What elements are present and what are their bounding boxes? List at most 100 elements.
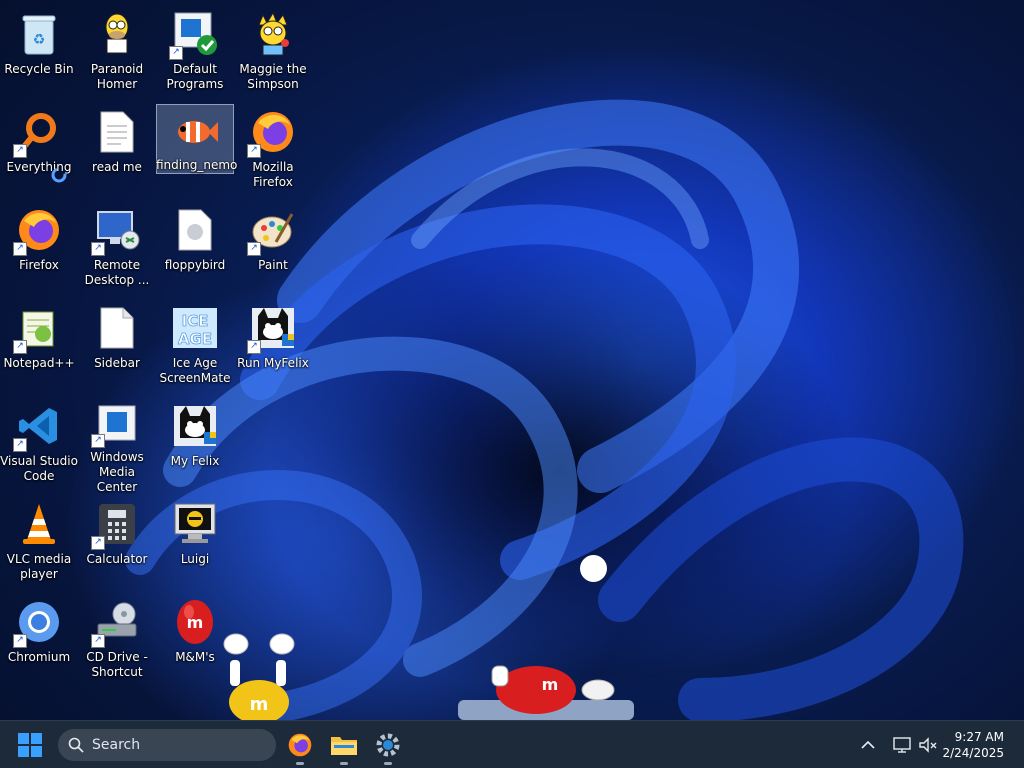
windows-logo-icon (31, 746, 42, 757)
mms-candy-icon: m (171, 598, 219, 646)
shortcut-arrow-icon: ↗ (13, 144, 27, 158)
desktop-icon-run-myfelix[interactable]: ↗ Run MyFelix (234, 300, 312, 392)
start-button[interactable] (18, 733, 42, 757)
desktop-icon-label: Calculator (86, 552, 148, 566)
recycle-bin-icon: ♻ (15, 10, 63, 58)
desktop-icon-label: floppybird (164, 258, 226, 272)
taskbar-app-settings[interactable] (372, 729, 404, 765)
shortcut-arrow-icon: ↗ (247, 242, 261, 256)
svg-text:m: m (250, 694, 269, 715)
shortcut-arrow-icon: ↗ (13, 340, 27, 354)
desktop-icon-label: Luigi (180, 552, 210, 566)
firefox-icon: ↗ (247, 108, 297, 158)
desktop-icon-paint[interactable]: ↗ Paint (234, 202, 312, 294)
text-file-icon (93, 108, 141, 156)
desktop-icon-default-programs[interactable]: ↗ Default Programs (156, 6, 234, 98)
felix-cat-icon (171, 402, 219, 450)
desktop-icon-paranoid-homer[interactable]: Paranoid Homer (78, 6, 156, 98)
cd-drive-icon: ↗ (91, 598, 141, 648)
desktop-icon-read-me[interactable]: read me (78, 104, 156, 196)
svg-text:AGE: AGE (178, 330, 212, 348)
shortcut-arrow-icon: ↗ (169, 46, 183, 60)
windows-logo-icon (18, 733, 29, 744)
desktop-icon-label: Maggie the Simpson (239, 62, 307, 91)
taskbar-search-box[interactable]: Search (58, 729, 276, 761)
desktop-icon-vlc[interactable]: VLC media player (0, 496, 78, 588)
desktop-icon-label: CD Drive - Shortcut (86, 650, 148, 679)
luigi-monitor-icon (171, 500, 219, 548)
chromium-icon: ↗ (13, 598, 63, 648)
running-indicator (296, 762, 304, 765)
desktop-icon-my-felix[interactable]: My Felix (156, 398, 234, 490)
file-icon (171, 206, 219, 254)
nemo-icon (171, 109, 219, 154)
svg-text:ICE: ICE (182, 312, 209, 330)
desktop-icon-label: My Felix (170, 454, 220, 468)
calculator-icon: ↗ (91, 500, 141, 550)
desktop-icon-label: Paint (258, 258, 288, 272)
desktop-icon-cd-drive[interactable]: ↗ CD Drive - Shortcut (78, 594, 156, 686)
clock-date: 2/24/2025 (942, 746, 1004, 760)
network-icon[interactable] (892, 735, 912, 755)
desktop-icon-finding-nemo[interactable]: finding_nemo (156, 104, 237, 174)
desktop-icon-sidebar[interactable]: Sidebar (78, 300, 156, 392)
desktop-icon-chromium[interactable]: ↗ Chromium (0, 594, 78, 686)
running-indicator (384, 762, 392, 765)
taskbar: Search 9:27 AM 2/24/2025 (0, 720, 1024, 768)
desktop-icon-label: Paranoid Homer (90, 62, 144, 91)
desktop-icon-label: Default Programs (166, 62, 224, 91)
felix-cat-icon: ↗ (247, 304, 297, 354)
search-icon (68, 737, 84, 753)
desktop-icon-label: Mozilla Firefox (252, 160, 294, 189)
remote-desktop-icon: ↗ (91, 206, 141, 256)
desktop-icon-ice-age[interactable]: ICE AGE Ice Age ScreenMate (156, 300, 234, 392)
homer-icon (93, 10, 141, 58)
white-dot (580, 555, 607, 582)
desktop-icon-floppybird[interactable]: floppybird (156, 202, 234, 294)
taskbar-app-file-explorer[interactable] (328, 729, 360, 765)
windows-logo-icon (18, 746, 29, 757)
shortcut-arrow-icon: ↗ (91, 634, 105, 648)
desktop-icon-luigi[interactable]: Luigi (156, 496, 234, 588)
blank-file-icon (93, 304, 141, 352)
taskbar-clock[interactable]: 9:27 AM 2/24/2025 (942, 729, 1004, 761)
desktop-icon-mozilla-firefox[interactable]: ↗ Mozilla Firefox (234, 104, 312, 196)
volume-muted-icon[interactable] (918, 735, 938, 755)
shortcut-arrow-icon: ↗ (13, 438, 27, 452)
desktop-icon-recycle-bin[interactable]: ♻ Recycle Bin (0, 6, 78, 98)
vscode-icon: ↗ (13, 402, 63, 452)
system-tray (858, 721, 938, 768)
desktop-icon-firefox[interactable]: ↗ Firefox (0, 202, 78, 294)
desktop-icon-label: read me (92, 160, 142, 174)
svg-text:m: m (542, 675, 559, 694)
desktop-icon-notepadpp[interactable]: ↗ Notepad++ (0, 300, 78, 392)
firefox-icon: ↗ (13, 206, 63, 256)
paint-palette-icon: ↗ (247, 206, 297, 256)
red-mms-mascot-lounging[interactable]: m (458, 660, 634, 720)
desktop-icon-vscode[interactable]: ↗ Visual Studio Code (0, 398, 78, 490)
svg-text:♻: ♻ (33, 32, 46, 48)
yellow-mms-mascot[interactable]: m (214, 630, 304, 720)
clock-time: 9:27 AM (954, 730, 1004, 744)
desktop-icon-calculator[interactable]: ↗ Calculator (78, 496, 156, 588)
default-programs-icon: ↗ (169, 10, 219, 60)
ice-age-icon: ICE AGE (171, 304, 219, 352)
svg-text:m: m (187, 613, 204, 632)
taskbar-app-firefox[interactable] (284, 729, 316, 765)
media-center-icon: ↗ (91, 402, 141, 448)
desktop-icon-remote-desktop[interactable]: ↗ Remote Desktop ... (78, 202, 156, 294)
maggie-icon (249, 10, 297, 58)
desktop-icon-windows-media-center[interactable]: ↗ Windows Media Center (78, 398, 156, 494)
shortcut-arrow-icon: ↗ (247, 144, 261, 158)
desktop-icon-maggie[interactable]: Maggie the Simpson (234, 6, 312, 98)
desktop-icon-label: Chromium (7, 650, 71, 664)
chevron-up-icon[interactable] (858, 735, 878, 755)
everything-search-icon: ↗ (13, 108, 63, 158)
desktop-icon-label: Sidebar (94, 356, 140, 370)
shortcut-arrow-icon: ↗ (13, 242, 27, 256)
firefox-icon (288, 733, 312, 757)
notepadpp-icon: ↗ (13, 304, 63, 354)
shortcut-arrow-icon: ↗ (91, 242, 105, 256)
shortcut-arrow-icon: ↗ (91, 536, 105, 550)
desktop-icon-label: Firefox (19, 258, 59, 272)
